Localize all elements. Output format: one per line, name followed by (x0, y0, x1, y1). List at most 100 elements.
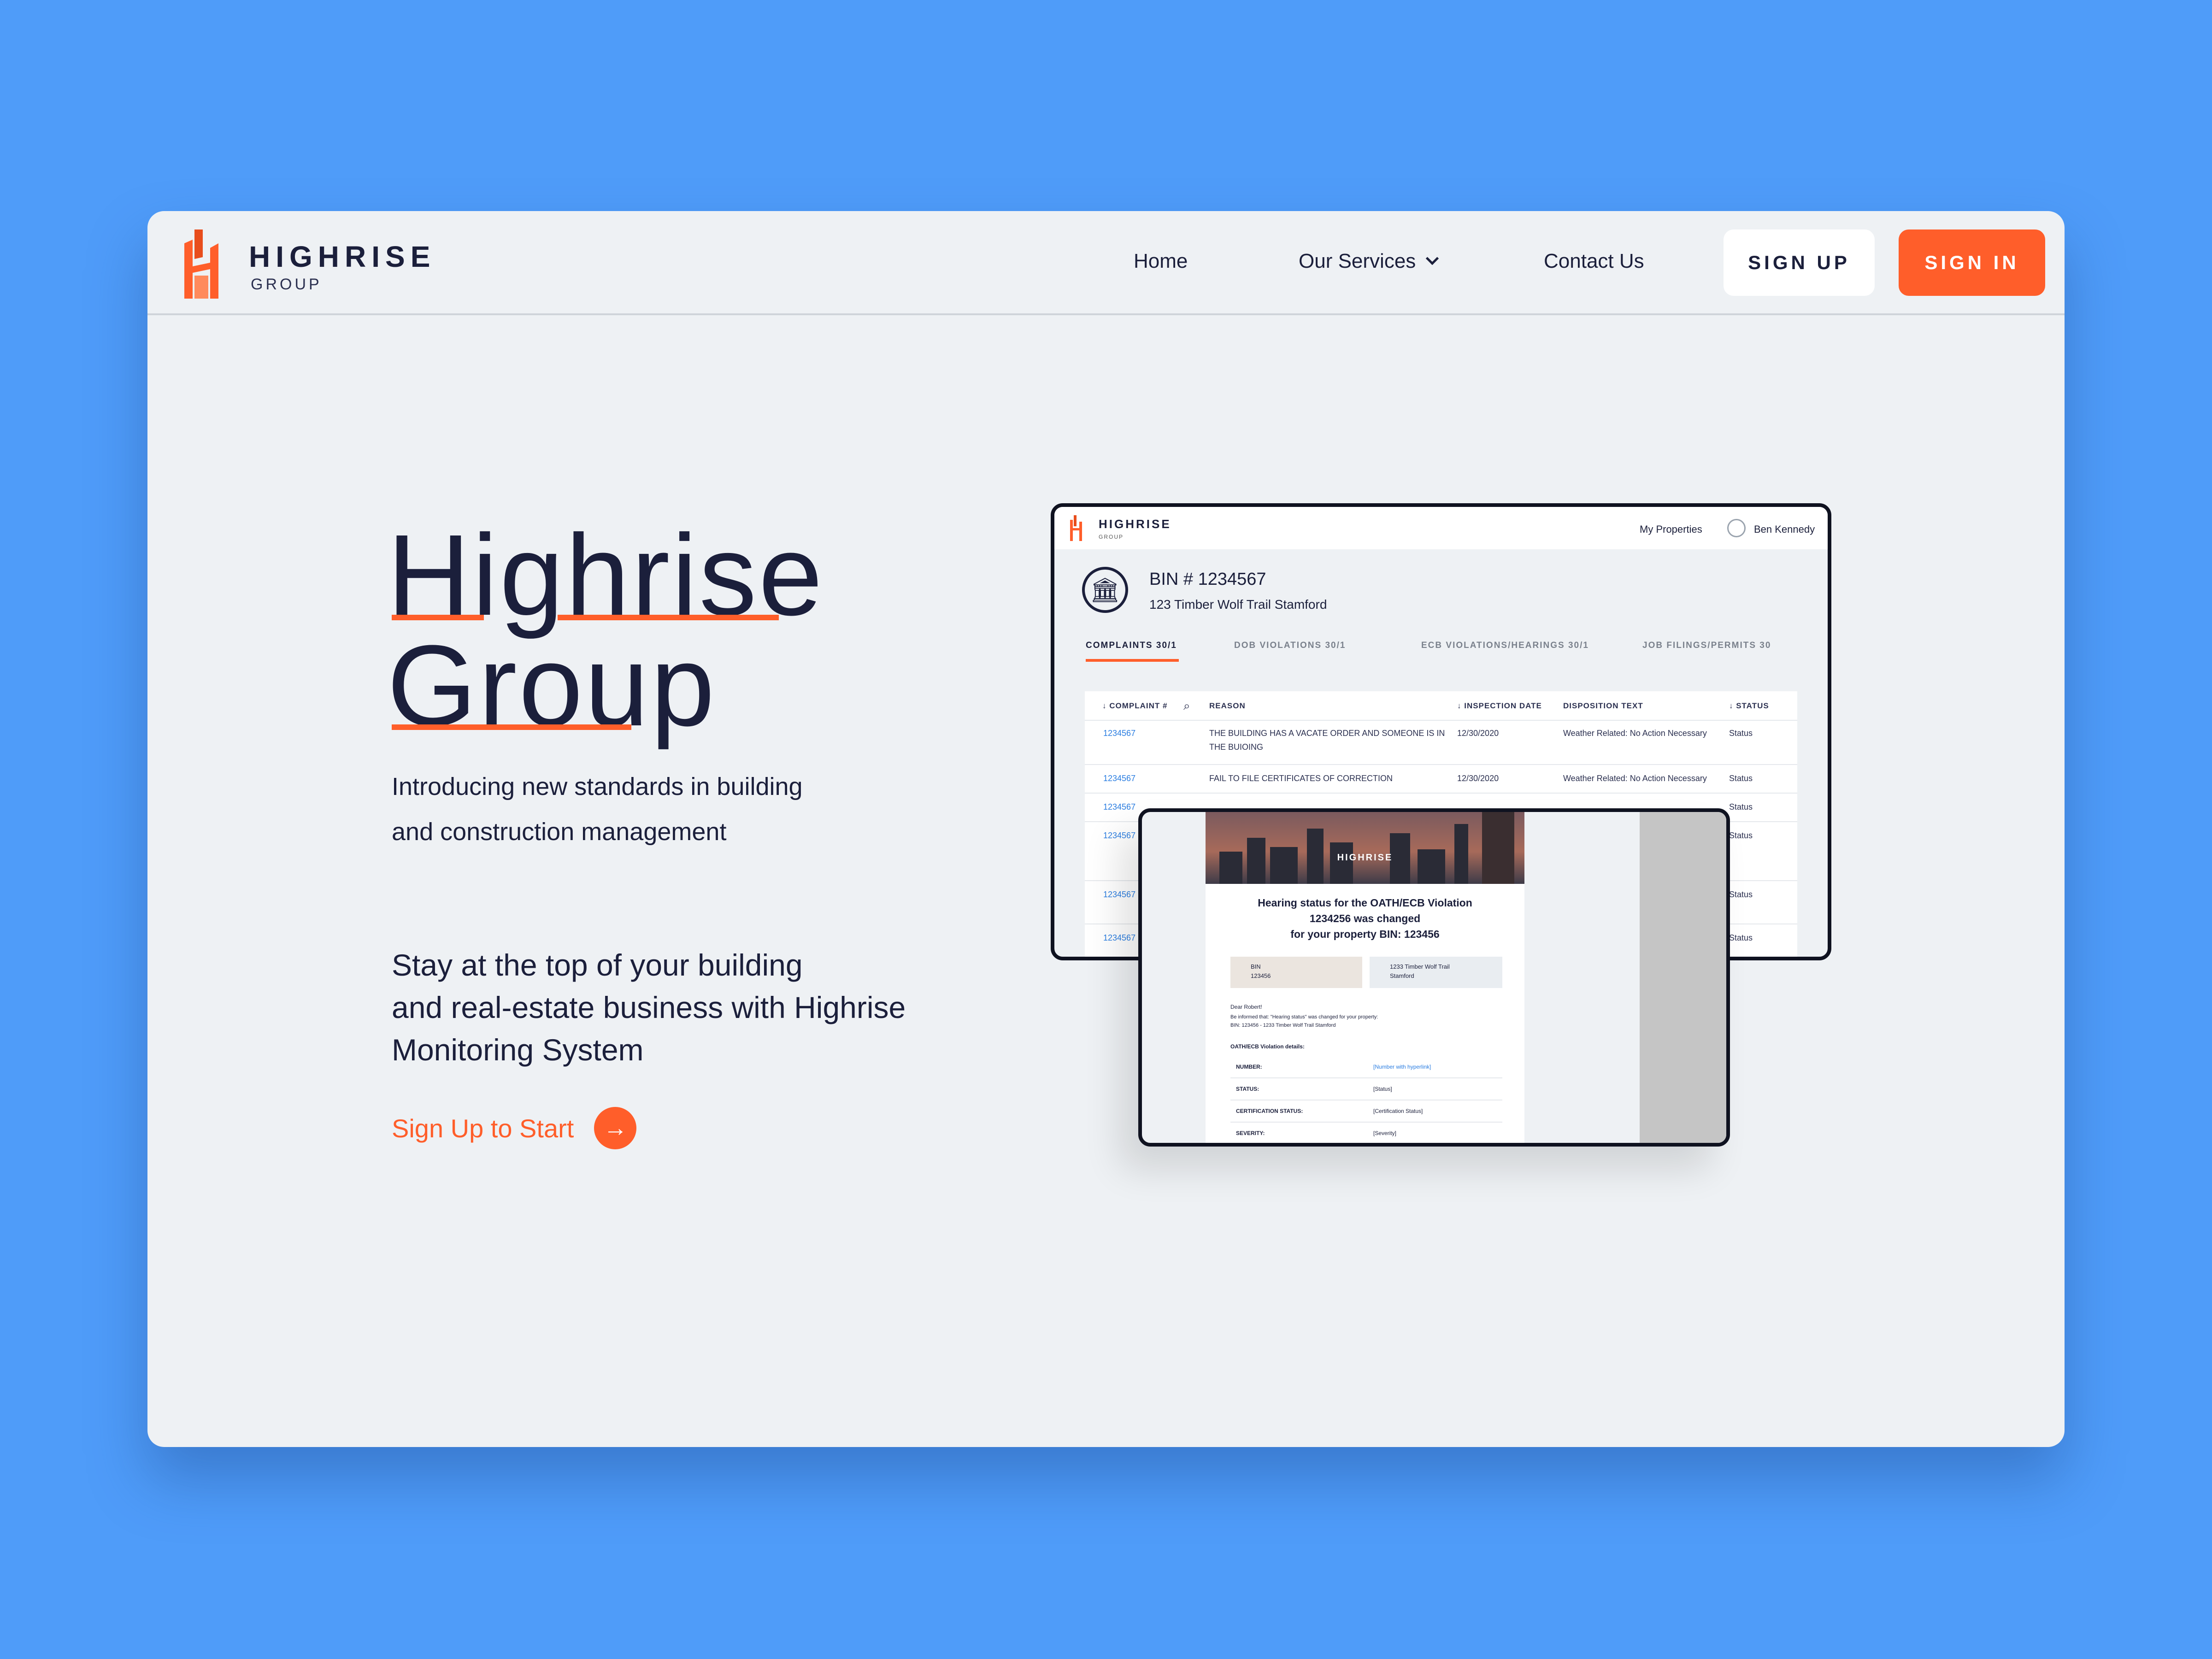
table-row[interactable]: 1234567 FAIL TO FILE CERTIFICATES OF COR… (1085, 765, 1797, 794)
sign-up-to-start-link[interactable]: Sign Up to Start → (392, 1107, 637, 1149)
chevron-down-icon (1426, 252, 1439, 265)
bin-number: BIN # 1234567 (1149, 570, 1266, 589)
dashboard-brand: HIGHRISE (1099, 517, 1171, 531)
highrise-logo-icon[interactable] (181, 229, 222, 299)
email-client-sidebar (1640, 812, 1726, 1143)
status-cell: Status (1729, 933, 1753, 942)
status-cell: Status (1729, 802, 1753, 812)
complaint-reason: THE BUILDING HAS A VACATE ORDER AND SOME… (1209, 729, 1445, 752)
sign-in-button[interactable]: SIGN IN (1899, 229, 2045, 296)
brand-name: HIGHRISE (249, 240, 436, 273)
highrise-logo-icon (1070, 515, 1082, 541)
inspection-date: 12/30/2020 (1457, 774, 1499, 783)
email-banner-brand: HIGHRISE (1337, 853, 1393, 863)
email-notification-screenshot: HIGHRISE Hearing status for the OATH/ECB… (1138, 808, 1730, 1147)
email-body-text: BIN: 123456 - 1233 Timber Wolf Trail Sta… (1230, 1023, 1336, 1028)
table-header-row: ↓ COMPLAINT # ⌕ REASON ↓ INSPECTION DATE… (1085, 691, 1797, 721)
email-heading-line: Hearing status for the OATH/ECB Violatio… (1258, 897, 1472, 909)
hero-subtitle: Introducing new standards in building an… (392, 764, 899, 854)
bridge-tower (1482, 812, 1514, 884)
landing-page-card: HIGHRISE GROUP Home Our Services Contact… (147, 211, 2065, 1447)
email-body-text: Be informed that: "Hearing status" was c… (1230, 1014, 1378, 1020)
dashboard-header: HIGHRISE GROUP My Properties Ben Kennedy (1054, 507, 1828, 549)
hero-subtitle-line: Introducing new standards in building (392, 773, 803, 800)
nav-home-link[interactable]: Home (1134, 250, 1188, 273)
cta-label: Sign Up to Start (392, 1113, 574, 1143)
top-navbar: HIGHRISE GROUP Home Our Services Contact… (147, 211, 2065, 315)
column-header-complaint[interactable]: ↓ COMPLAINT # (1102, 701, 1167, 711)
tab-complaints[interactable]: COMPLAINTS 30/1 (1086, 641, 1177, 651)
active-tab-indicator (1086, 659, 1179, 662)
nav-services-dropdown[interactable]: Our Services (1299, 250, 1439, 273)
hero-title-line1: Highrise (387, 511, 824, 639)
email-heading: Hearing status for the OATH/ECB Violatio… (1206, 895, 1524, 942)
detail-row: CERTIFICATION STATUS: [Certification Sta… (1230, 1100, 1502, 1123)
column-header-status[interactable]: ↓ STATUS (1729, 701, 1769, 711)
detail-value: [Severity] (1373, 1130, 1397, 1136)
disposition-text: Weather Related: No Action Necessary (1563, 729, 1707, 738)
title-underline-accent (392, 724, 631, 730)
email-greeting: Dear Robert! (1230, 1004, 1262, 1010)
tab-job-filings[interactable]: JOB FILINGS/PERMITS 30 (1642, 641, 1771, 651)
detail-row: STATUS: [Status] (1230, 1078, 1502, 1100)
status-cell: Status (1729, 729, 1753, 738)
detail-label: CERTIFICATION STATUS: (1236, 1108, 1303, 1114)
nav-contact-link[interactable]: Contact Us (1544, 250, 1644, 273)
complaint-id-link[interactable]: 1234567 (1103, 800, 1135, 814)
details-title: OATH/ECB Violation details: (1230, 1043, 1305, 1050)
bin-info-box: BIN 123456 (1230, 957, 1362, 988)
email-body: HIGHRISE Hearing status for the OATH/ECB… (1206, 812, 1524, 1143)
complaint-id-link[interactable]: 1234567 (1103, 829, 1135, 842)
email-heading-line: for your property BIN: 123456 (1290, 928, 1440, 940)
detail-label: STATUS: (1236, 1086, 1259, 1092)
user-name[interactable]: Ben Kennedy (1754, 524, 1815, 535)
detail-label: NUMBER: (1236, 1064, 1262, 1070)
dashboard-brand-sub: GROUP (1099, 534, 1124, 540)
skyline-building (1330, 842, 1353, 884)
bank-building-icon: 🏛 (1082, 567, 1128, 613)
hero-tagline: Stay at the top of your building and rea… (392, 944, 991, 1071)
violation-number-link[interactable]: [Number with hyperlink] (1373, 1064, 1431, 1070)
complaint-id-link[interactable]: 1234567 (1103, 726, 1135, 740)
brand-subtitle: GROUP (251, 276, 322, 293)
user-avatar-icon[interactable] (1727, 519, 1746, 537)
hero-tagline-line: Monitoring System (392, 1033, 644, 1067)
email-heading-line: 1234256 was changed (1309, 912, 1421, 924)
title-underline-accent (558, 615, 779, 620)
arrow-right-icon[interactable]: → (594, 1107, 637, 1149)
detail-label: SEVERITY: (1236, 1130, 1265, 1136)
tab-dob-violations[interactable]: DOB VIOLATIONS 30/1 (1234, 641, 1346, 651)
sign-up-button[interactable]: SIGN UP (1724, 229, 1875, 296)
my-properties-link[interactable]: My Properties (1640, 524, 1702, 535)
hero-tagline-line: Stay at the top of your building (392, 948, 803, 982)
tab-ecb-violations[interactable]: ECB VIOLATIONS/HEARINGS 30/1 (1421, 641, 1589, 651)
bin-label: BIN (1251, 963, 1261, 970)
address-line: 1233 Timber Wolf Trail (1390, 963, 1450, 970)
city-skyline-banner-image: HIGHRISE (1206, 812, 1524, 884)
detail-value: [Certification Status] (1373, 1108, 1423, 1114)
inspection-date: 12/30/2020 (1457, 729, 1499, 738)
search-icon[interactable]: ⌕ (1183, 699, 1191, 713)
detail-row: SEVERITY: [Severity] (1230, 1123, 1502, 1143)
address-line: Stamford (1390, 972, 1414, 979)
title-underline-accent (392, 615, 484, 620)
column-header-disposition[interactable]: DISPOSITION TEXT (1563, 701, 1643, 711)
disposition-text: Weather Related: No Action Necessary (1563, 774, 1707, 783)
nav-services-label: Our Services (1299, 250, 1416, 272)
detail-row: NUMBER: [Number with hyperlink] (1230, 1056, 1502, 1078)
property-address: 123 Timber Wolf Trail Stamford (1149, 597, 1327, 612)
complaint-reason: FAIL TO FILE CERTIFICATES OF CORRECTION (1209, 774, 1393, 783)
complaint-id-link[interactable]: 1234567 (1103, 931, 1135, 945)
detail-value: [Status] (1373, 1086, 1392, 1092)
table-row[interactable]: 1234567 THE BUILDING HAS A VACATE ORDER … (1085, 721, 1797, 765)
bin-value: 123456 (1251, 972, 1271, 979)
hero-subtitle-line: and construction management (392, 818, 727, 846)
complaint-id-link[interactable]: 1234567 (1103, 888, 1135, 901)
hero-title: Highrise Group (387, 511, 824, 743)
column-header-reason[interactable]: REASON (1209, 701, 1246, 711)
complaint-id-link[interactable]: 1234567 (1103, 771, 1135, 785)
status-cell: Status (1729, 831, 1753, 840)
address-info-box: 1233 Timber Wolf Trail Stamford (1370, 957, 1502, 988)
status-cell: Status (1729, 890, 1753, 899)
column-header-inspection-date[interactable]: ↓ INSPECTION DATE (1457, 701, 1542, 711)
